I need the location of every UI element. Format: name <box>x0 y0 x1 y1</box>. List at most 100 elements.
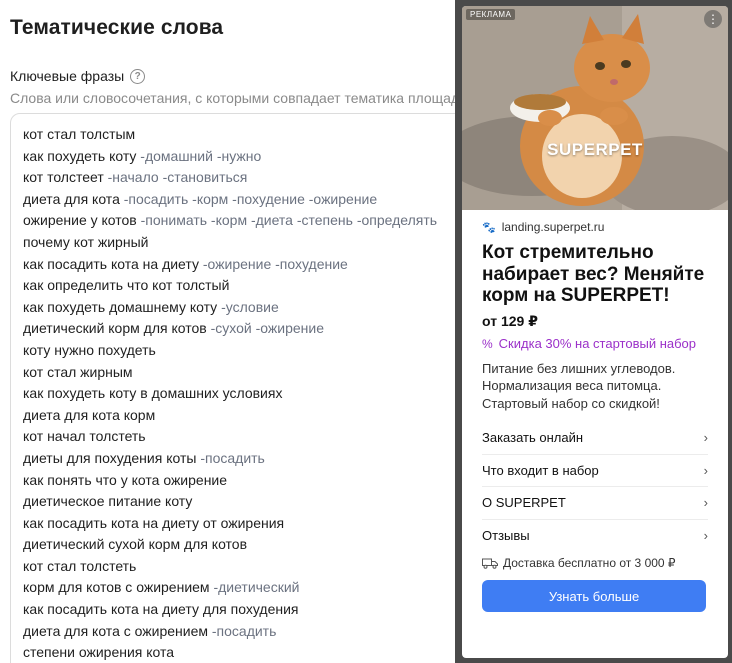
minus-words: -понимать -корм -диета -степень -определ… <box>140 212 438 229</box>
phrase-line: как определить что кот толстый <box>23 275 460 297</box>
phrase-line: диетический сухой корм для котов <box>23 534 460 556</box>
phrase-text: диета для кота <box>23 190 120 207</box>
ad-price: от 129 ₽ <box>482 312 538 329</box>
phrase-line: как посадить кота на диету -ожирение -по… <box>23 254 460 276</box>
phrase-line: диетическое питание коту <box>23 491 460 513</box>
chevron-right-icon: › <box>703 462 708 478</box>
ad-body: 🐾 landing.superpet.ru Кот стремительно н… <box>462 210 728 612</box>
field-hint: Слова или словосочетания, с которыми сов… <box>10 90 460 106</box>
phrase-text: диетическое питание коту <box>23 493 193 510</box>
phrase-line: ожирение у котов -понимать -корм -диета … <box>23 210 460 232</box>
minus-words: -диетический <box>213 579 300 596</box>
domain-text: landing.superpet.ru <box>501 220 605 234</box>
ad-label: РЕКЛАМА <box>466 9 516 20</box>
sitelink-order-online[interactable]: Заказать онлайн › <box>482 422 708 455</box>
phrase-line: как похудеть коту -домашний -нужно <box>23 146 460 168</box>
phrase-line: как похудеть коту в домашних условиях <box>23 383 460 405</box>
phrase-text: как похудеть домашнему коту <box>23 298 218 315</box>
phrase-line: диетический корм для котов -сухой -ожире… <box>23 318 460 340</box>
phrase-line: как посадить кота на диету от ожирения <box>23 513 460 535</box>
sitelink-reviews[interactable]: Отзывы › <box>482 520 708 553</box>
minus-words: -начало -становиться <box>107 169 248 186</box>
chevron-right-icon: › <box>703 495 708 511</box>
cat-illustration <box>462 6 728 210</box>
phrase-text: как посадить кота на диету для похудения <box>23 601 299 618</box>
phrase-text: как посадить кота на диету <box>23 255 199 272</box>
ad-sitelinks: Заказать онлайн › Что входит в набор › О… <box>482 422 708 552</box>
phrase-text: диетический корм для котов <box>23 320 207 337</box>
minus-words: -сухой -ожирение <box>210 320 324 337</box>
phrase-text: кот стал толстеть <box>23 557 137 574</box>
question-circle-icon[interactable]: ? <box>130 68 146 84</box>
phrase-text: почему кот жирный <box>23 233 149 250</box>
minus-words: -ожирение -похудение <box>202 255 348 272</box>
phrase-line: диета для кота с ожирением -посадить <box>23 621 460 643</box>
ad-delivery: Доставка бесплатно от 3 000 ₽ <box>482 556 708 570</box>
phrase-line: кот стал жирным <box>23 362 460 384</box>
ad-discount: % Скидка 30% на стартовый набор <box>482 336 708 352</box>
phrase-text: ожирение у котов <box>23 212 137 229</box>
phrase-text: как похудеть коту в домашних условиях <box>23 385 283 402</box>
phrase-line: как понять что у кота ожирение <box>23 470 460 492</box>
minus-words: -посадить <box>200 449 265 466</box>
keyword-phrases-textarea[interactable]: кот стал толстым как похудеть коту -домаш… <box>10 113 460 663</box>
phrase-text: корм для котов с ожирением <box>23 579 210 596</box>
sitelink-label: Что входит в набор <box>482 462 599 478</box>
minus-words: -домашний -нужно <box>140 147 262 164</box>
phrase-text: диета для кота с ожирением <box>23 622 208 639</box>
brand-overlay: SUPERPET <box>547 140 643 159</box>
phrase-line: коту нужно похудеть <box>23 340 460 362</box>
ad-domain[interactable]: 🐾 landing.superpet.ru <box>482 220 708 234</box>
field-label-text: Ключевые фразы <box>10 68 125 84</box>
phrase-text: диеты для похудения коты <box>23 449 197 466</box>
phrase-text: кот начал толстеть <box>23 428 146 445</box>
page-title: Тематические слова <box>10 16 224 39</box>
sitelink-label: О SUPERPET <box>482 495 566 511</box>
phrase-text: кот толстеет <box>23 169 104 186</box>
phrase-line: кот стал толстым <box>23 124 460 146</box>
minus-words: -условие <box>221 298 279 315</box>
phrase-text: как понять что у кота ожирение <box>23 471 228 488</box>
phrase-text: кот стал толстым <box>23 126 136 142</box>
phrase-line: диета для кота -посадить -корм -похудени… <box>23 189 460 211</box>
keywords-panel: Тематические слова Ключевые фразы ? Слов… <box>0 0 460 663</box>
chevron-right-icon: › <box>703 430 708 446</box>
sitelink-about[interactable]: О SUPERPET › <box>482 487 708 520</box>
phrase-line: кот стал толстеть <box>23 556 460 578</box>
phrase-text: как определить что кот толстый <box>23 277 230 294</box>
ad-description: Питание без лишних углеводов. Нормализац… <box>482 360 676 411</box>
sitelink-label: Отзывы <box>482 528 530 544</box>
sitelink-kit-contents[interactable]: Что входит в набор › <box>482 455 708 487</box>
ad-card[interactable]: РЕКЛАМА ⋮ SUPERPET 🐾 landing.superpet.ru… <box>462 6 728 658</box>
phrase-line: корм для котов с ожирением -диетический <box>23 577 460 599</box>
phrase-text: диетический сухой корм для котов <box>23 536 248 553</box>
phrase-text: как посадить кота на диету от ожирения <box>23 514 285 531</box>
phrase-text: диета для кота корм <box>23 406 156 423</box>
phrase-text: коту нужно похудеть <box>23 341 156 358</box>
phrase-line: кот толстеет -начало -становиться <box>23 167 460 189</box>
truck-icon <box>482 558 498 569</box>
phrase-line: степени ожирения кота <box>23 642 460 663</box>
phrase-line: как похудеть домашнему коту -условие <box>23 297 460 319</box>
delivery-text: Доставка бесплатно от 3 000 ₽ <box>503 556 676 570</box>
ad-image[interactable]: РЕКЛАМА ⋮ SUPERPET <box>462 6 728 210</box>
phrase-line: диеты для похудения коты -посадить <box>23 448 460 470</box>
percent-icon: % <box>482 336 493 351</box>
sitelink-label: Заказать онлайн <box>482 430 584 446</box>
discount-text: Скидка 30% на стартовый набор <box>498 335 697 351</box>
minus-words: -посадить <box>211 622 277 639</box>
chevron-right-icon: › <box>703 528 708 544</box>
phrase-text: как похудеть коту <box>23 147 137 164</box>
more-vertical-icon[interactable]: ⋮ <box>704 10 722 28</box>
field-label: Ключевые фразы ? <box>10 68 146 84</box>
phrase-line: кот начал толстеть <box>23 426 460 448</box>
phrase-text: кот стал жирным <box>23 363 133 380</box>
ad-headline[interactable]: Кот стремительно набирает вес? Меняйте к… <box>482 242 708 307</box>
phrase-text: степени ожирения кота <box>23 644 175 661</box>
phrase-line: диета для кота корм <box>23 405 460 427</box>
phrase-line: как посадить кота на диету для похудения <box>23 599 460 621</box>
learn-more-button[interactable]: Узнать больше <box>482 580 706 612</box>
minus-words: -посадить -корм -похудение -ожирение <box>123 190 378 207</box>
paw-icon: 🐾 <box>482 221 496 234</box>
phrase-line: почему кот жирный <box>23 232 460 254</box>
